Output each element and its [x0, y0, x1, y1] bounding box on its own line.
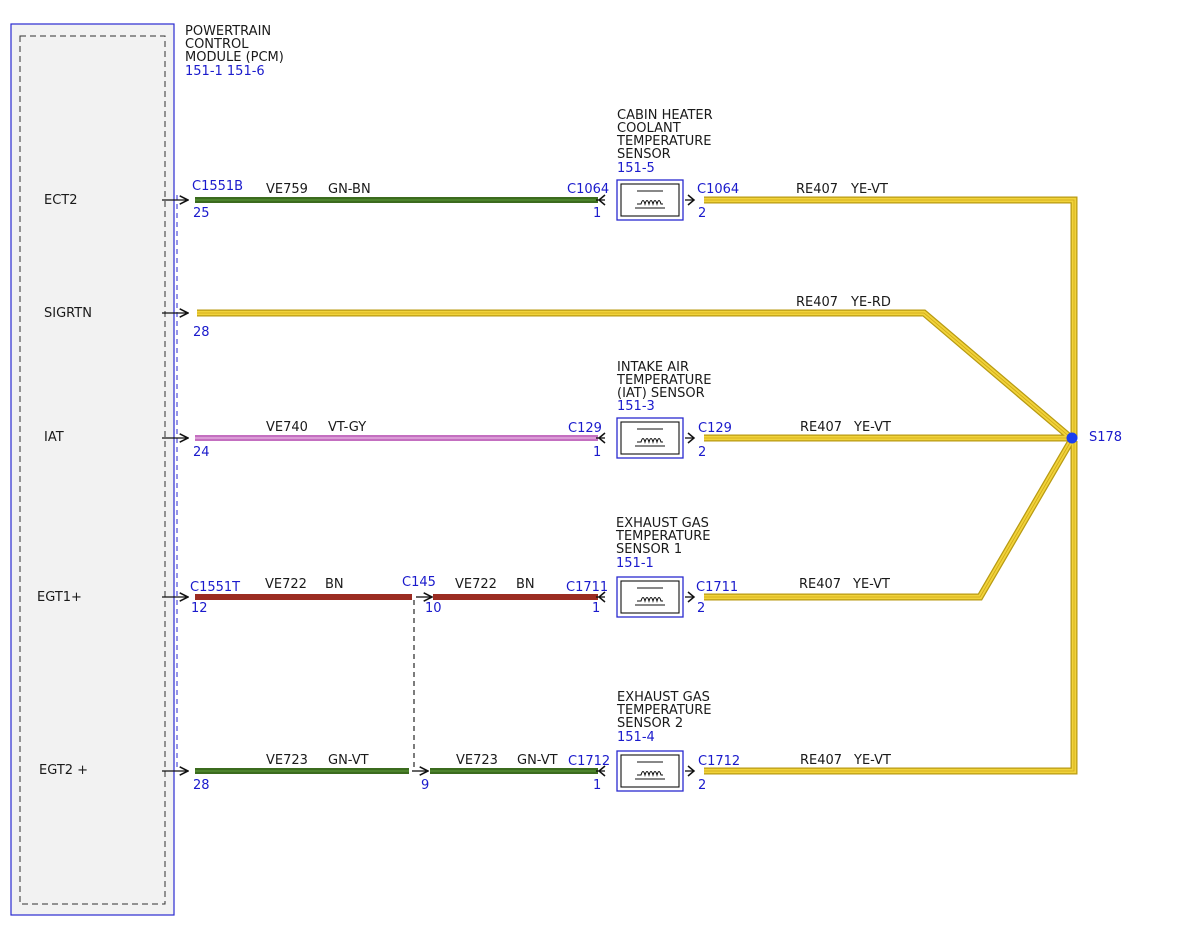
color-ect2-return: YE-VT	[850, 182, 888, 197]
cabin-ref: 151-5	[617, 161, 655, 176]
circuit-egt1-a: VE722	[265, 577, 307, 592]
pin-label-egt2: EGT2 +	[39, 763, 88, 778]
pin-ect2-in: 1	[593, 206, 601, 221]
circuit-ect2-return: RE407	[796, 182, 838, 197]
pin-label-iat: IAT	[44, 430, 64, 445]
pcm-title: POWERTRAIN CONTROL MODULE (PCM) 151-1 15…	[185, 24, 284, 79]
circuit-egt1-return: RE407	[799, 577, 841, 592]
wiring-diagram: POWERTRAIN CONTROL MODULE (PCM) 151-1 15…	[10, 23, 1122, 916]
color-egt1-return: YE-VT	[852, 577, 890, 592]
color-ect2: GN-BN	[328, 182, 371, 197]
egt2-sensor-symbol	[595, 750, 695, 792]
row-sigrtn: 28 RE407 YE-RD	[193, 295, 891, 340]
sensor-egt2: EXHAUST GAS TEMPERATURE SENSOR 2 151-4	[616, 690, 712, 745]
connector-c129-in: C129	[568, 421, 602, 436]
pin-iat-in: 1	[593, 445, 601, 460]
connector-c1712-out: C1712	[698, 754, 740, 769]
connector-c145: C145	[402, 575, 436, 590]
pin-ect2-out: 2	[698, 206, 706, 221]
connector-c129-out: C129	[698, 421, 732, 436]
color-egt1-a: BN	[325, 577, 344, 592]
iat-sensor-symbol	[595, 417, 695, 459]
pin-ect2-pcm: 25	[193, 206, 210, 221]
sensor-cabin-heater: CABIN HEATER COOLANT TEMPERATURE SENSOR …	[616, 108, 713, 176]
color-egt2-a: GN-VT	[328, 753, 369, 768]
pin-iat-pcm: 24	[193, 445, 210, 460]
egt1-sensor-symbol	[595, 576, 695, 618]
connector-c1711-in: C1711	[566, 580, 608, 595]
yellow-return-harness	[197, 196, 1078, 775]
pin-label-egt1: EGT1+	[37, 590, 82, 605]
color-egt2-return: YE-VT	[853, 753, 891, 768]
cabin-name-4: SENSOR	[617, 147, 671, 162]
cabin-sensor-symbol	[595, 179, 695, 221]
circuit-egt2-b: VE723	[456, 753, 498, 768]
pin-label-sigrtn: SIGRTN	[44, 306, 92, 321]
circuit-sigrtn: RE407	[796, 295, 838, 310]
pin-egt1-out: 2	[697, 601, 705, 616]
pin-sigrtn-pcm: 28	[193, 325, 210, 340]
circuit-iat-return: RE407	[800, 420, 842, 435]
connector-c1711-out: C1711	[696, 580, 738, 595]
color-iat-return: YE-VT	[853, 420, 891, 435]
connector-c1551b: C1551B	[192, 179, 243, 194]
circuit-egt2-a: VE723	[266, 753, 308, 768]
pcm-refs: 151-1 151-6	[185, 64, 265, 79]
egt2-ref: 151-4	[617, 730, 655, 745]
pin-egt2-out: 2	[698, 778, 706, 793]
connector-c1551t: C1551T	[190, 580, 240, 595]
pcm-module	[10, 23, 178, 916]
connector-c1064-out: C1064	[697, 182, 739, 197]
circuit-egt2-return: RE407	[800, 753, 842, 768]
color-sigrtn: YE-RD	[850, 295, 891, 310]
egt1-ref: 151-1	[616, 556, 654, 571]
pin-egt1-inline: 10	[425, 601, 442, 616]
pin-egt2-pcm: 28	[193, 778, 210, 793]
splice-label: S178	[1089, 430, 1122, 445]
pin-egt2-in: 1	[593, 778, 601, 793]
pin-egt2-inline: 9	[421, 778, 429, 793]
circuit-iat: VE740	[266, 420, 308, 435]
sensor-iat: INTAKE AIR TEMPERATURE (IAT) SENSOR 151-…	[616, 360, 712, 414]
color-egt2-b: GN-VT	[517, 753, 558, 768]
pcm-title-line-3: MODULE (PCM)	[185, 50, 284, 65]
egt2-name-3: SENSOR 2	[617, 716, 683, 731]
pin-iat-out: 2	[698, 445, 706, 460]
sensor-egt1: EXHAUST GAS TEMPERATURE SENSOR 1 151-1	[615, 516, 711, 571]
pin-egt1-pcm: 12	[191, 601, 208, 616]
color-egt1-b: BN	[516, 577, 535, 592]
pin-egt1-in: 1	[592, 601, 600, 616]
circuit-egt1-b: VE722	[455, 577, 497, 592]
pin-label-ect2: ECT2	[44, 193, 78, 208]
iat-ref: 151-3	[617, 399, 655, 414]
egt1-name-3: SENSOR 1	[616, 542, 682, 557]
connector-c1064-in: C1064	[567, 182, 609, 197]
circuit-ect2: VE759	[266, 182, 308, 197]
color-iat: VT-GY	[328, 420, 366, 435]
